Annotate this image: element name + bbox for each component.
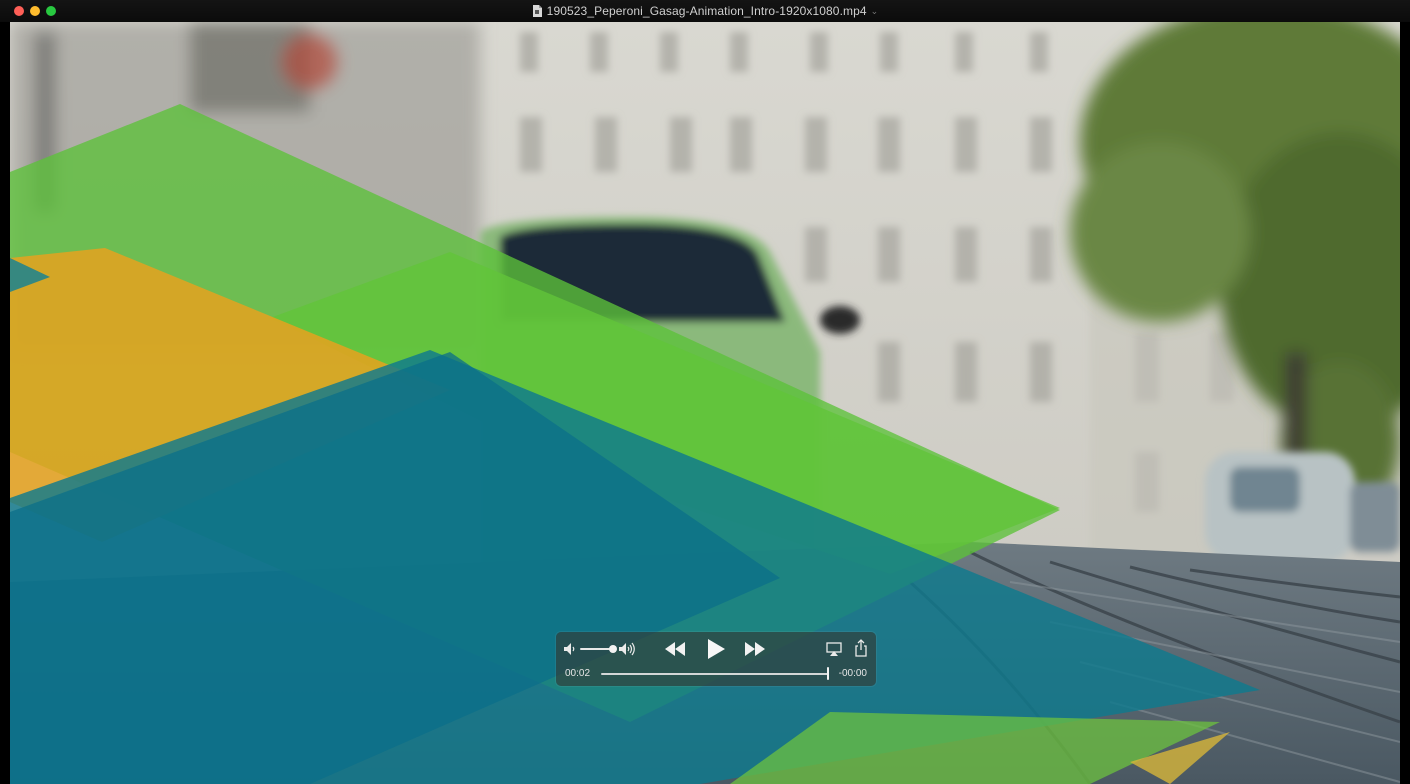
- title-bar[interactable]: 190523_Peperoni_Gasag-Animation_Intro-19…: [0, 0, 1410, 22]
- play-icon[interactable]: [706, 638, 726, 660]
- airplay-icon[interactable]: [826, 641, 842, 657]
- scrubber-track[interactable]: [601, 673, 829, 675]
- speaker-low-icon[interactable]: [564, 642, 576, 656]
- volume-slider-knob[interactable]: [609, 645, 617, 653]
- rewind-icon[interactable]: [664, 641, 686, 657]
- remaining-time: -00:00: [838, 668, 867, 679]
- share-icon[interactable]: [854, 639, 868, 657]
- quicktime-window: 190523_Peperoni_Gasag-Animation_Intro-19…: [0, 0, 1410, 784]
- chevron-down-icon[interactable]: ⌄: [871, 6, 879, 17]
- document-icon: [532, 5, 542, 17]
- fast-forward-icon[interactable]: [744, 641, 766, 657]
- scrubber-playhead[interactable]: [827, 667, 829, 680]
- video-frame[interactable]: 00:02 -00:00: [10, 22, 1400, 784]
- window-title: 190523_Peperoni_Gasag-Animation_Intro-19…: [0, 0, 1410, 22]
- playback-controls[interactable]: 00:02 -00:00: [556, 632, 876, 686]
- window-title-text: 190523_Peperoni_Gasag-Animation_Intro-19…: [546, 4, 867, 18]
- speaker-high-icon[interactable]: [619, 642, 637, 656]
- current-time: 00:02: [565, 668, 591, 679]
